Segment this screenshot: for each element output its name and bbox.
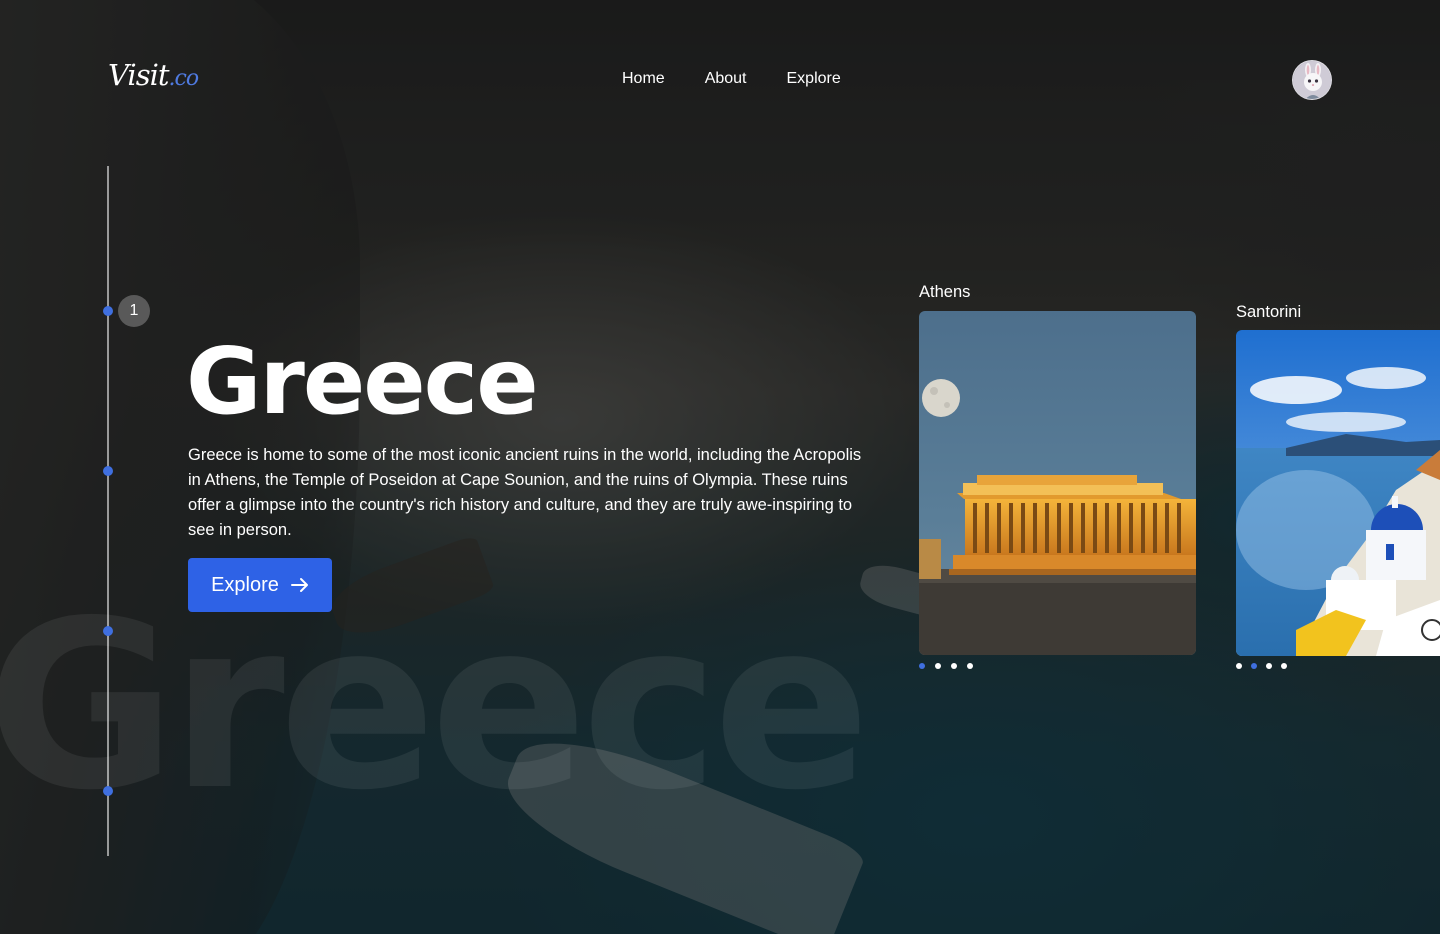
arrow-right-icon [290,578,308,592]
pagination-dot[interactable] [919,663,925,669]
logo[interactable]: Visit.co [108,58,200,92]
athens-image [919,311,1196,655]
timeline-dot-2[interactable] [103,466,113,476]
main-nav: Home About Explore [622,70,841,88]
timeline-line [107,166,109,856]
hero-title: Greece [186,328,539,435]
pagination-dot[interactable] [1266,663,1272,669]
timeline-dot-1[interactable] [103,306,113,316]
hero-description: Greece is home to some of the most iconi… [188,446,862,539]
pagination-dot[interactable] [951,663,957,669]
card-athens-pagination [919,663,973,669]
hero-watermark: Greece [0,571,870,841]
nav-explore[interactable]: Explore [787,70,841,88]
card-santorini-pagination [1236,663,1287,669]
logo-suffix: .co [168,66,200,91]
card-label-santorini: Santorini [1236,303,1302,321]
pagination-dot[interactable] [1236,663,1242,669]
card-santorini[interactable] [1236,330,1440,656]
logo-name: Visit [108,58,170,92]
nav-home[interactable]: Home [622,70,665,88]
card-athens[interactable] [919,311,1196,655]
timeline-dot-4[interactable] [103,786,113,796]
rabbit-avatar-icon [1293,61,1331,99]
pagination-dot[interactable] [967,663,973,669]
avatar[interactable] [1292,60,1332,100]
pagination-dot[interactable] [935,663,941,669]
pagination-dot[interactable] [1281,663,1287,669]
santorini-image [1236,330,1440,656]
timeline-dot-3[interactable] [103,626,113,636]
nav-about[interactable]: About [705,70,747,88]
step-badge: 1 [118,295,150,327]
card-label-athens: Athens [919,283,971,301]
pagination-dot[interactable] [1251,663,1257,669]
explore-button-label: Explore [211,573,279,596]
explore-button[interactable]: Explore [188,558,332,612]
